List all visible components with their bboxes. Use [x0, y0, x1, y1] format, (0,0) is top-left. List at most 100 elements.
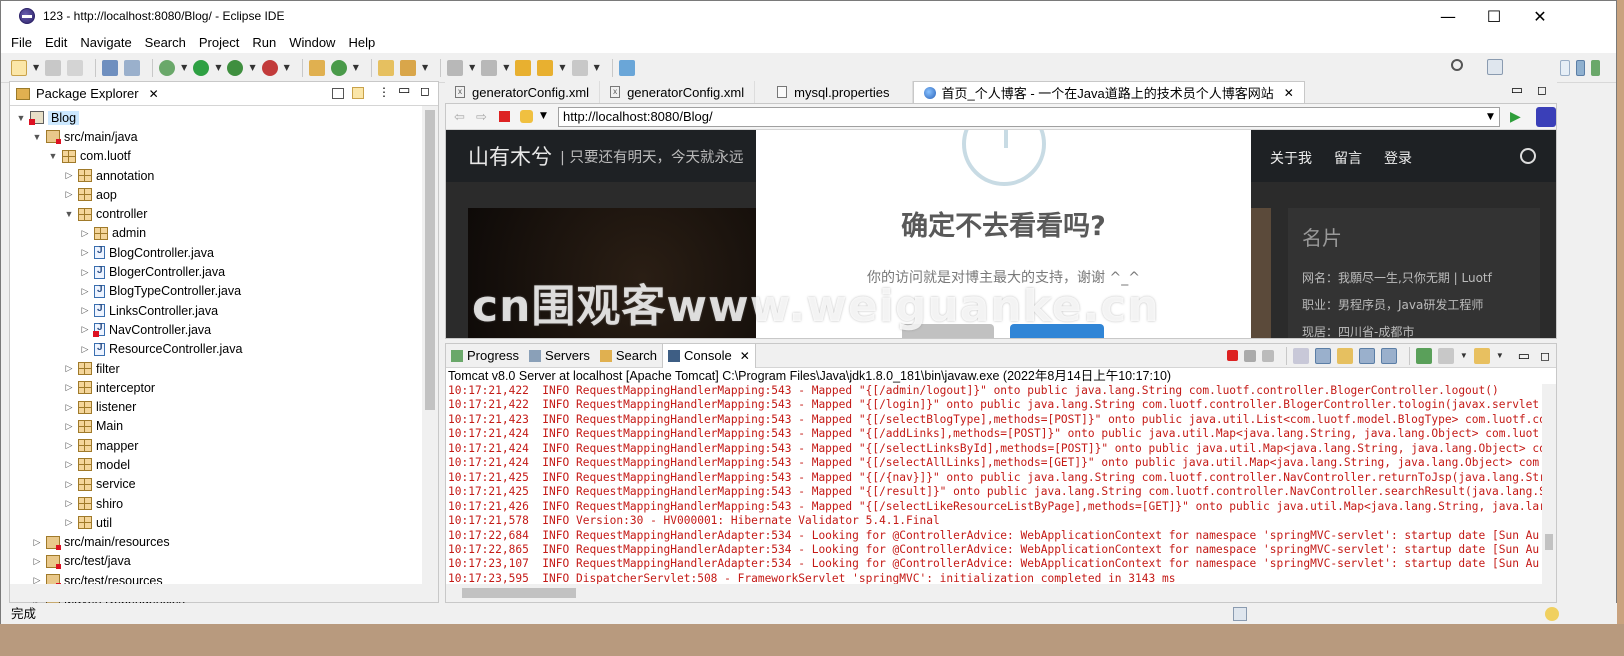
chevron-right-icon[interactable]: ▷: [62, 189, 76, 200]
open-type-icon[interactable]: [377, 59, 394, 76]
menu-navigate[interactable]: Navigate: [80, 35, 131, 50]
menu-window[interactable]: Window: [289, 35, 335, 50]
back-icon[interactable]: [537, 59, 554, 76]
menu-search[interactable]: Search: [145, 35, 186, 50]
new-java-class-icon[interactable]: [330, 59, 347, 76]
display-console-icon[interactable]: [1437, 347, 1454, 364]
open-console-icon[interactable]: [1473, 347, 1490, 364]
console-vertical-scrollbar[interactable]: [1542, 384, 1556, 584]
coverage-icon[interactable]: [227, 59, 244, 76]
forward-icon[interactable]: [571, 59, 588, 76]
save-icon[interactable]: [45, 59, 62, 76]
tree-item[interactable]: ▷ mapper: [10, 436, 438, 455]
maximize-view-icon[interactable]: ◻: [420, 84, 430, 98]
display-console-dropdown-icon[interactable]: ▼: [1460, 351, 1468, 360]
chevron-right-icon[interactable]: ▷: [78, 324, 92, 335]
tab-progress[interactable]: Progress: [446, 344, 524, 368]
site-search-icon[interactable]: [1520, 148, 1536, 164]
new-dropdown-icon[interactable]: ▼: [33, 63, 39, 72]
chevron-down-icon[interactable]: ▼: [14, 113, 28, 123]
remove-all-launches-icon[interactable]: [1261, 349, 1274, 362]
previous-annotation-icon[interactable]: [481, 59, 498, 76]
tab-servers[interactable]: Servers: [524, 344, 595, 368]
collapse-all-icon[interactable]: [332, 88, 344, 99]
maximize-button[interactable]: ☐: [1471, 1, 1517, 31]
terminate-icon[interactable]: [1226, 350, 1238, 361]
chevron-right-icon[interactable]: ▷: [62, 382, 76, 393]
tree-item[interactable]: ▷ shiro: [10, 494, 438, 513]
show-on-stderr-icon[interactable]: [1380, 347, 1397, 364]
quick-access-icon[interactable]: [1487, 59, 1503, 75]
tree-item[interactable]: ▷ interceptor: [10, 378, 438, 397]
link-with-editor-icon[interactable]: [352, 87, 364, 99]
refresh-dropdown-icon[interactable]: ▼: [540, 111, 547, 121]
tree-item[interactable]: ▷ BlogController.java: [10, 243, 438, 262]
tree-item[interactable]: ▷ service: [10, 475, 438, 494]
new-class-dropdown-icon[interactable]: ▼: [353, 63, 359, 72]
menu-run[interactable]: Run: [252, 35, 276, 50]
tree-item[interactable]: ▷ LinksController.java: [10, 301, 438, 320]
open-task-icon[interactable]: [399, 59, 416, 76]
tab-package-explorer[interactable]: Package Explorer ✕: [10, 82, 165, 106]
menu-project[interactable]: Project: [199, 35, 239, 50]
tree-item[interactable]: ▷ ResourceController.java: [10, 340, 438, 359]
chevron-down-icon[interactable]: ▼: [30, 132, 44, 142]
tree-item[interactable]: ▷ util: [10, 513, 438, 532]
task-dropdown-icon[interactable]: ▼: [422, 63, 428, 72]
background-tasks-icon[interactable]: [1233, 607, 1247, 621]
new-icon[interactable]: [11, 59, 27, 76]
tab-mysql-properties[interactable]: mysql.properties: [755, 81, 913, 103]
debug-icon[interactable]: [159, 59, 176, 76]
tree-item[interactable]: ▷ src/test/java: [10, 552, 438, 571]
view-menu-icon[interactable]: ⋮: [378, 85, 390, 99]
tree-horizontal-scrollbar[interactable]: [10, 584, 438, 602]
pin-editor-icon[interactable]: [618, 59, 635, 76]
close-console-icon[interactable]: ✕: [740, 349, 750, 363]
previous-annotation-dropdown-icon[interactable]: ▼: [503, 63, 509, 72]
close-button[interactable]: ✕: [1517, 1, 1563, 31]
debug-dropdown-icon[interactable]: ▼: [181, 63, 187, 72]
remove-launch-icon[interactable]: [1243, 349, 1256, 362]
debug-perspective-icon[interactable]: [1591, 60, 1600, 76]
terminal-icon[interactable]: [102, 59, 119, 76]
url-input[interactable]: http://localhost:8080/Blog/: [558, 107, 1500, 127]
tree-item[interactable]: ▼ src/main/java: [10, 127, 438, 146]
new-java-package-icon[interactable]: [308, 59, 325, 76]
chevron-right-icon[interactable]: ▷: [62, 498, 76, 509]
tree-item[interactable]: ▷ Main: [10, 417, 438, 436]
browser-forward-icon[interactable]: ⇨: [476, 110, 487, 125]
go-icon[interactable]: ▶: [1510, 109, 1521, 125]
tree-item[interactable]: ▷ annotation: [10, 166, 438, 185]
tab-console[interactable]: Console ✕: [662, 343, 756, 368]
tree-item[interactable]: ▷ BlogerController.java: [10, 262, 438, 281]
nav-about[interactable]: 关于我: [1270, 148, 1312, 168]
back-dropdown-icon[interactable]: ▼: [559, 63, 565, 72]
tab-generatorconfig-xml-1[interactable]: x generatorConfig.xml: [445, 81, 601, 103]
minimize-button[interactable]: —: [1425, 1, 1471, 31]
menu-edit[interactable]: Edit: [45, 35, 67, 50]
tab-generatorconfig-xml-2[interactable]: x generatorConfig.xml: [600, 81, 756, 103]
nav-message[interactable]: 留言: [1334, 148, 1362, 168]
next-annotation-icon[interactable]: [447, 59, 464, 76]
tree-item[interactable]: ▷ filter: [10, 359, 438, 378]
menu-file[interactable]: File: [11, 35, 32, 50]
console-horizontal-scrollbar[interactable]: [446, 584, 1556, 602]
chevron-right-icon[interactable]: ▷: [78, 305, 92, 316]
run-icon[interactable]: [193, 59, 210, 76]
minimize-editor-icon[interactable]: ▭: [1511, 83, 1523, 98]
word-wrap-icon[interactable]: [1336, 347, 1353, 364]
coverage-dropdown-icon[interactable]: ▼: [249, 63, 255, 72]
maximize-console-icon[interactable]: ◻: [1540, 349, 1550, 363]
scrollbar-thumb[interactable]: [425, 110, 435, 410]
last-edit-location-icon[interactable]: [515, 59, 532, 76]
external-tools-dropdown-icon[interactable]: ▼: [284, 63, 290, 72]
tree-item[interactable]: ▷ BlogTypeController.java: [10, 282, 438, 301]
java-ee-perspective-icon[interactable]: [1575, 60, 1586, 76]
chevron-right-icon[interactable]: ▷: [62, 402, 76, 413]
next-annotation-dropdown-icon[interactable]: ▼: [469, 63, 475, 72]
tips-icon[interactable]: [1545, 607, 1559, 621]
browser-refresh-icon[interactable]: [520, 110, 533, 123]
tree-item[interactable]: ▷ admin: [10, 224, 438, 243]
chevron-right-icon[interactable]: ▷: [78, 247, 92, 258]
show-on-stdout-icon[interactable]: [1358, 347, 1375, 364]
